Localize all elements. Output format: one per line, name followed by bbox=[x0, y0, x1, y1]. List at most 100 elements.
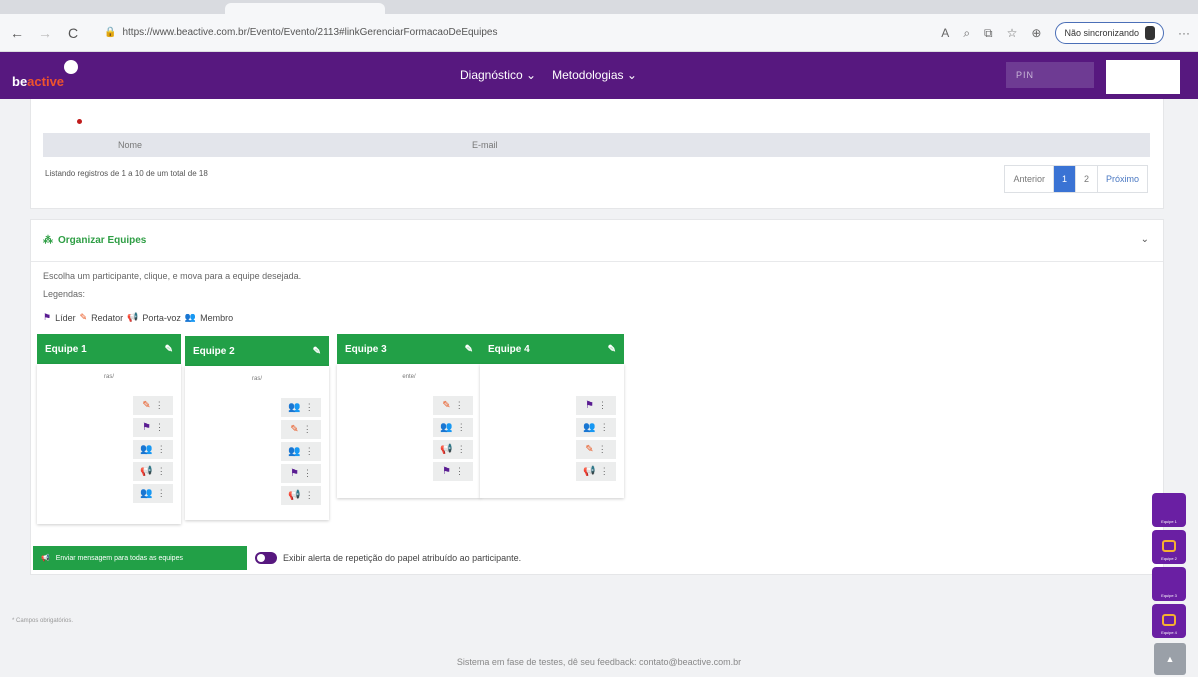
participant-slot[interactable]: 👥 ⋮ bbox=[433, 418, 473, 437]
pin-input[interactable]: PIN bbox=[1006, 62, 1094, 88]
participant-slot[interactable]: ⚑ ⋮ bbox=[433, 462, 473, 481]
drag-handle-icon[interactable]: ⋮ bbox=[598, 400, 607, 411]
side-team-1-button[interactable]: Equipe 1 bbox=[1152, 493, 1186, 527]
browser-tab[interactable] bbox=[225, 3, 385, 14]
participant-slot[interactable]: 👥 ⋮ bbox=[576, 418, 616, 437]
more-icon[interactable]: ··· bbox=[1178, 26, 1190, 40]
menu-metodologias[interactable]: Metodologias ⌄ bbox=[552, 68, 637, 82]
participant-slot[interactable]: ✎ ⋮ bbox=[433, 396, 473, 415]
writer-icon: ✎ bbox=[290, 424, 299, 435]
user-box[interactable] bbox=[1106, 60, 1180, 94]
required-dot bbox=[77, 119, 82, 124]
logo-dot bbox=[64, 60, 78, 74]
side-team-4-button[interactable]: Equipe 4 bbox=[1152, 604, 1186, 638]
writer-icon: ✎ bbox=[79, 312, 88, 322]
drag-handle-icon[interactable]: ⋮ bbox=[305, 490, 314, 501]
scroll-top-button[interactable]: ▲ bbox=[1154, 643, 1186, 675]
collapse-chevron-icon[interactable]: ⌄ bbox=[1141, 234, 1149, 245]
participant-slot[interactable]: ⚑ ⋮ bbox=[133, 418, 173, 437]
participant-slot[interactable]: 👥 ⋮ bbox=[133, 440, 173, 459]
users-icon: 👥 bbox=[288, 446, 301, 457]
send-message-all-teams-button[interactable]: 📢 Enviar mensagem para todas as equipes bbox=[33, 546, 247, 570]
pager-page-1[interactable]: 1 bbox=[1053, 166, 1076, 192]
team-name: Equipe 3 bbox=[345, 343, 387, 355]
pager-next[interactable]: Próximo bbox=[1098, 166, 1147, 192]
chevron-down-icon: ⌄ bbox=[526, 68, 537, 82]
side-team-3-button[interactable]: Equipe 3 bbox=[1152, 567, 1186, 601]
drag-handle-icon[interactable]: ⋮ bbox=[155, 422, 164, 433]
team-body: ras/👥 ⋮ ✎ ⋮ 👥 ⋮ ⚑ ⋮ 📢 ⋮ bbox=[185, 366, 329, 520]
drag-handle-icon[interactable]: ⋮ bbox=[600, 466, 609, 477]
drag-handle-icon[interactable]: ⋮ bbox=[598, 444, 607, 455]
repeat-alert-toggle[interactable] bbox=[255, 552, 277, 564]
drag-handle-icon[interactable]: ⋮ bbox=[457, 422, 466, 433]
edit-icon[interactable]: ✎ bbox=[608, 344, 616, 355]
megaphone-icon: 📢 bbox=[583, 466, 596, 477]
participant-slot[interactable]: 👥 ⋮ bbox=[281, 442, 321, 461]
drag-handle-icon[interactable]: ⋮ bbox=[305, 402, 314, 413]
drag-handle-icon[interactable]: ⋮ bbox=[455, 400, 464, 411]
collections-icon[interactable]: ⊕ bbox=[1031, 26, 1041, 40]
edit-icon[interactable]: ✎ bbox=[165, 344, 173, 355]
profile-avatar bbox=[1145, 26, 1155, 40]
flag-icon: ⚑ bbox=[43, 312, 52, 322]
participant-slot[interactable]: 👥 ⋮ bbox=[133, 484, 173, 503]
edit-icon[interactable]: ✎ bbox=[465, 344, 473, 355]
pager-prev[interactable]: Anterior bbox=[1005, 166, 1054, 192]
teams-icon: ⁂ bbox=[43, 235, 53, 246]
drag-handle-icon[interactable]: ⋮ bbox=[457, 444, 466, 455]
participant-slot[interactable]: ⚑ ⋮ bbox=[281, 464, 321, 483]
feedback-footer: Sistema em fase de testes, dê seu feedba… bbox=[456, 657, 742, 667]
col-nome[interactable]: Nome bbox=[118, 140, 142, 150]
main-menu: Diagnóstico ⌄ Metodologias ⌄ bbox=[460, 68, 637, 82]
participant-slot[interactable]: 📢 ⋮ bbox=[133, 462, 173, 481]
edit-icon[interactable]: ✎ bbox=[313, 346, 321, 357]
drag-handle-icon[interactable]: ⋮ bbox=[157, 488, 166, 499]
zoom-icon[interactable]: ⌕ bbox=[963, 26, 970, 41]
address-field[interactable]: 🔒 https://www.beactive.com.br/Evento/Eve… bbox=[104, 27, 497, 38]
organize-card: ⁂ Organizar Equipes ⌄ Escolha um partici… bbox=[30, 219, 1164, 575]
organize-header[interactable]: ⁂ Organizar Equipes bbox=[31, 220, 1163, 262]
reload-icon[interactable]: C bbox=[62, 25, 84, 41]
pager-page-2[interactable]: 2 bbox=[1076, 166, 1098, 192]
writer-icon: ✎ bbox=[442, 400, 451, 411]
favorite-icon[interactable]: ☆ bbox=[1007, 26, 1018, 40]
team-body: ras/✎ ⋮ ⚑ ⋮ 👥 ⋮ 📢 ⋮ 👥 ⋮ bbox=[37, 364, 181, 524]
participant-slot[interactable]: 📢 ⋮ bbox=[433, 440, 473, 459]
legend: ⚑ Líder ✎ Redator 📢 Porta-voz 👥 Membro bbox=[43, 312, 234, 323]
drag-handle-icon[interactable]: ⋮ bbox=[455, 466, 464, 477]
team-column-1: Equipe 1 ✎ ras/✎ ⋮ ⚑ ⋮ 👥 ⋮ 📢 ⋮ 👥 ⋮ bbox=[37, 334, 181, 524]
participant-slot[interactable]: 👥 ⋮ bbox=[281, 398, 321, 417]
back-icon[interactable]: ← bbox=[6, 25, 28, 41]
drag-handle-icon[interactable]: ⋮ bbox=[157, 466, 166, 477]
participant-slot[interactable]: 📢 ⋮ bbox=[576, 462, 616, 481]
logo[interactable]: beactive bbox=[12, 74, 64, 89]
menu-diagnostico[interactable]: Diagnóstico ⌄ bbox=[460, 68, 536, 82]
required-note: * Campos obrigatórios. bbox=[12, 618, 74, 624]
forward-icon[interactable]: → bbox=[34, 25, 56, 41]
sync-label: Não sincronizando bbox=[1064, 28, 1139, 38]
read-aloud-icon[interactable]: A bbox=[941, 26, 949, 40]
users-icon: 👥 bbox=[184, 312, 197, 322]
participant-slot[interactable]: ✎ ⋮ bbox=[281, 420, 321, 439]
participant-slot[interactable]: 📢 ⋮ bbox=[281, 486, 321, 505]
drag-handle-icon[interactable]: ⋮ bbox=[303, 468, 312, 479]
logo-active: active bbox=[27, 74, 65, 89]
extension-icon[interactable]: ⧉ bbox=[984, 26, 993, 41]
users-icon: 👥 bbox=[583, 422, 596, 433]
listing-text: Listando registros de 1 a 10 de um total… bbox=[45, 169, 208, 178]
drag-handle-icon[interactable]: ⋮ bbox=[303, 424, 312, 435]
col-email[interactable]: E-mail bbox=[472, 140, 498, 150]
team-column-2: Equipe 2 ✎ ras/👥 ⋮ ✎ ⋮ 👥 ⋮ ⚑ ⋮ 📢 ⋮ bbox=[185, 336, 329, 520]
side-team-2-button[interactable]: Equipe 2 bbox=[1152, 530, 1186, 564]
drag-handle-icon[interactable]: ⋮ bbox=[305, 446, 314, 457]
participant-slot[interactable]: ✎ ⋮ bbox=[576, 440, 616, 459]
drag-handle-icon[interactable]: ⋮ bbox=[157, 444, 166, 455]
participant-slot[interactable]: ✎ ⋮ bbox=[133, 396, 173, 415]
drag-handle-icon[interactable]: ⋮ bbox=[600, 422, 609, 433]
participant-slot[interactable]: ⚑ ⋮ bbox=[576, 396, 616, 415]
drag-handle-icon[interactable]: ⋮ bbox=[155, 400, 164, 411]
sync-button[interactable]: Não sincronizando bbox=[1055, 22, 1164, 44]
chevron-down-icon: ⌄ bbox=[626, 68, 637, 82]
logo-be: be bbox=[12, 74, 28, 89]
